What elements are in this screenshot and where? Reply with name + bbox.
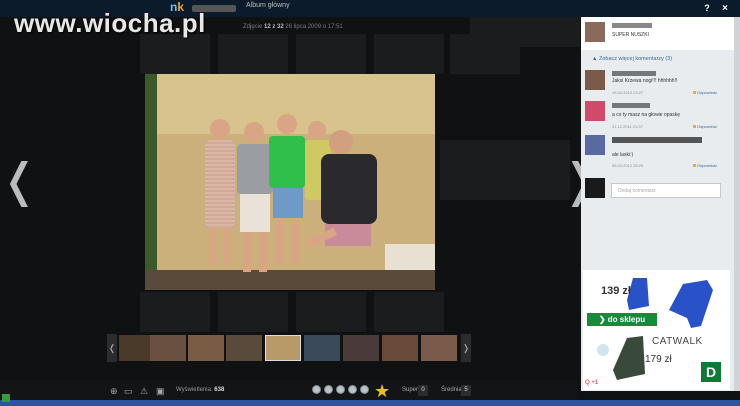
show-more-count: (3) (665, 56, 673, 62)
comment-date: 15.04.2010 23:27 (612, 90, 644, 95)
background-photo (440, 140, 570, 200)
avatar[interactable] (585, 70, 605, 90)
commenter-name-redacted[interactable] (612, 103, 650, 108)
avatar[interactable] (585, 22, 605, 42)
commenter-name-redacted[interactable] (612, 71, 656, 76)
super-count: 0 (418, 385, 428, 396)
background-photo (218, 34, 288, 74)
main-photo[interactable] (145, 74, 435, 290)
share-icon[interactable]: ▣ (156, 386, 165, 397)
comment-date: 31.12.2011 21:37 (612, 124, 643, 129)
app-logo[interactable]: nk (170, 0, 184, 14)
comment-text: Jaksi Krzewa nogi!!! hhhhhh!! (612, 78, 678, 84)
photo-info: Zdjęcie 12 z 32 26 lipca 2009 o 17:51 (243, 24, 343, 30)
commenter-name-redacted[interactable] (612, 23, 652, 28)
zoom-icon[interactable]: ⊕ (110, 386, 118, 397)
next-photo-arrow[interactable]: ❭ (561, 150, 600, 210)
average-value: 5 (461, 385, 471, 396)
super-star-icon[interactable]: ★ (374, 381, 390, 402)
thumbs-next-button[interactable]: ❭ (461, 334, 471, 362)
thumbnail[interactable] (226, 335, 262, 361)
ad-price-2: 179 zł (645, 354, 672, 365)
status-icon (2, 394, 10, 402)
bottom-toolbar (0, 380, 577, 400)
rating-face-icon[interactable] (312, 385, 321, 394)
fullscreen-icon[interactable]: ▭ (124, 386, 133, 397)
album-link[interactable]: Album główny (246, 2, 290, 9)
ad-logo: D (701, 362, 721, 382)
thumbs-prev-button[interactable]: ❬ (107, 334, 117, 362)
help-button[interactable]: ? (700, 0, 714, 17)
ad-brand: CATWALK (652, 336, 703, 347)
main-photo-image (145, 74, 435, 290)
show-more-comments-link[interactable]: ▲ Zobacz więcej komentarzy (3) (592, 56, 672, 62)
prev-photo-arrow[interactable]: ❬ (0, 150, 39, 210)
comment-date: 08.04.2012 18:29 (612, 163, 644, 168)
reply-link[interactable]: Odpowiedz (693, 124, 717, 129)
background-photo (470, 17, 580, 47)
super-label: Super (402, 387, 419, 393)
views-label: Wyświetlenia: (176, 387, 213, 393)
photo-counter: 12 z 32 (264, 24, 284, 30)
views-value: 638 (214, 387, 225, 393)
background-photo (374, 292, 444, 332)
rating-face-icon[interactable] (360, 385, 369, 394)
thumbnail[interactable] (304, 335, 340, 361)
panel-scrollbar[interactable] (734, 17, 740, 391)
reply-link[interactable]: Odpowiedz (693, 163, 717, 168)
rating-face-icon[interactable] (324, 385, 333, 394)
thumbnail[interactable] (421, 335, 457, 361)
photo-info-prefix: Zdjęcie (243, 24, 263, 30)
thumbnail[interactable] (188, 335, 224, 361)
thumbnail[interactable] (343, 335, 379, 361)
ad-tag[interactable]: Q +1 (585, 380, 598, 386)
ad-price-1: 139 zł (601, 285, 631, 297)
close-button[interactable]: × (718, 0, 732, 17)
avatar[interactable] (585, 135, 605, 155)
commenter-name-redacted[interactable] (612, 137, 702, 143)
background-photo (140, 292, 210, 332)
top-comment-text: SUPER NUSZKI (612, 32, 649, 38)
comment-text: a co ty masz na głowie opaskę (612, 112, 681, 118)
background-photo (296, 292, 366, 332)
reply-link[interactable]: Odpowiedz (693, 90, 717, 95)
photo-date: 26 lipca 2009 o 17:51 (285, 24, 343, 30)
avatar (585, 178, 605, 198)
average-label: Średnia: (441, 387, 464, 393)
warning-icon[interactable]: ⚠ (140, 386, 148, 397)
background-photo (296, 34, 366, 74)
background-photo (218, 292, 288, 332)
views-counter: Wyświetlenia: 638 (176, 387, 224, 393)
background-photo (374, 34, 444, 74)
avatar[interactable] (585, 101, 605, 121)
app-logo-k: k (177, 0, 185, 14)
thumbnail[interactable] (150, 335, 186, 361)
background-photo (140, 34, 210, 74)
rating-face-icon[interactable] (348, 385, 357, 394)
show-more-label: Zobacz więcej komentarzy (598, 56, 664, 62)
ad-shop-button[interactable]: ❯ do sklepu (587, 313, 657, 326)
thumbnail[interactable] (382, 335, 418, 361)
comment-text: ale laski:) (612, 152, 634, 158)
thumbnail-active[interactable] (265, 335, 301, 361)
chevron-up-icon: ▲ (592, 56, 599, 62)
add-comment-input[interactable]: Dodaj komentarz (611, 183, 721, 198)
browser-status-bar (0, 400, 740, 406)
rating-face-icon[interactable] (336, 385, 345, 394)
username-redacted[interactable] (192, 5, 236, 12)
